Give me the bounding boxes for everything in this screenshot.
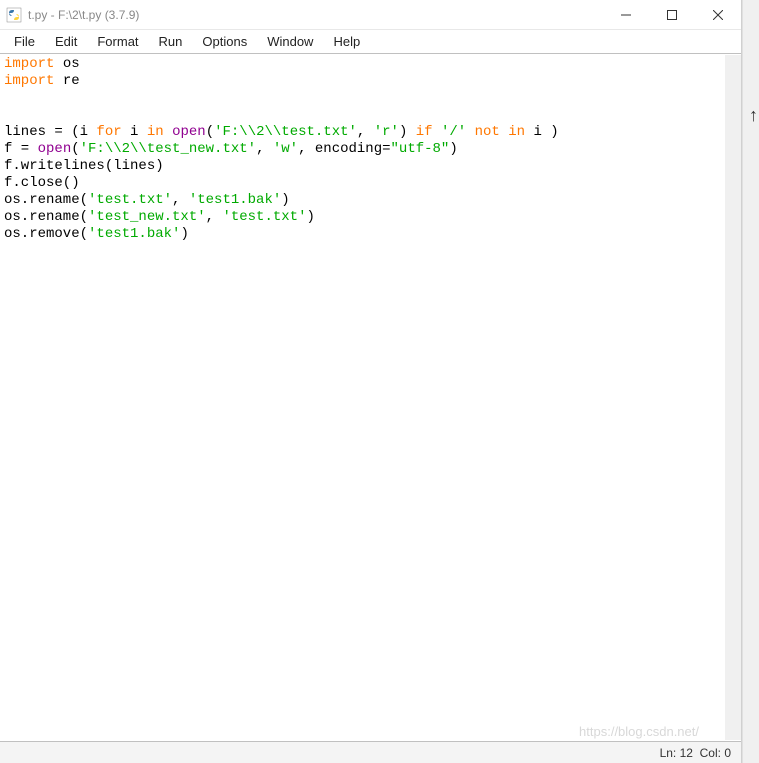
- statusbar: Ln: 12 Col: 0: [0, 741, 741, 763]
- col-indicator: Col: 0: [700, 746, 731, 760]
- code-line[interactable]: os.rename('test_new.txt', 'test.txt'): [4, 209, 737, 226]
- vertical-scrollbar[interactable]: [725, 55, 741, 740]
- code-line[interactable]: [4, 107, 737, 124]
- code-editor[interactable]: import osimport re lines = (i for i in o…: [0, 54, 741, 741]
- code-line[interactable]: import re: [4, 73, 737, 90]
- code-line[interactable]: import os: [4, 56, 737, 73]
- maximize-button[interactable]: [649, 0, 695, 30]
- window-title: t.py - F:\2\t.py (3.7.9): [28, 8, 139, 22]
- code-line[interactable]: os.remove('test1.bak'): [4, 226, 737, 243]
- python-idle-icon: [6, 7, 22, 23]
- arrow-up-icon: ↑: [749, 105, 758, 126]
- menu-run[interactable]: Run: [149, 32, 193, 51]
- code-line[interactable]: f = open('F:\\2\\test_new.txt', 'w', enc…: [4, 141, 737, 158]
- code-line[interactable]: f.close(): [4, 175, 737, 192]
- menu-edit[interactable]: Edit: [45, 32, 87, 51]
- menu-help[interactable]: Help: [323, 32, 370, 51]
- window-controls: [603, 0, 741, 30]
- code-line[interactable]: [4, 90, 737, 107]
- menu-format[interactable]: Format: [87, 32, 148, 51]
- close-button[interactable]: [695, 0, 741, 30]
- menu-options[interactable]: Options: [192, 32, 257, 51]
- minimize-button[interactable]: [603, 0, 649, 30]
- menu-window[interactable]: Window: [257, 32, 323, 51]
- menubar: FileEditFormatRunOptionsWindowHelp: [0, 30, 741, 54]
- code-line[interactable]: f.writelines(lines): [4, 158, 737, 175]
- code-line[interactable]: os.rename('test.txt', 'test1.bak'): [4, 192, 737, 209]
- titlebar: t.py - F:\2\t.py (3.7.9): [0, 0, 741, 30]
- code-line[interactable]: lines = (i for i in open('F:\\2\\test.tx…: [4, 124, 737, 141]
- line-indicator: Ln: 12: [660, 746, 693, 760]
- menu-file[interactable]: File: [4, 32, 45, 51]
- idle-window: t.py - F:\2\t.py (3.7.9) FileEditFormatR…: [0, 0, 742, 763]
